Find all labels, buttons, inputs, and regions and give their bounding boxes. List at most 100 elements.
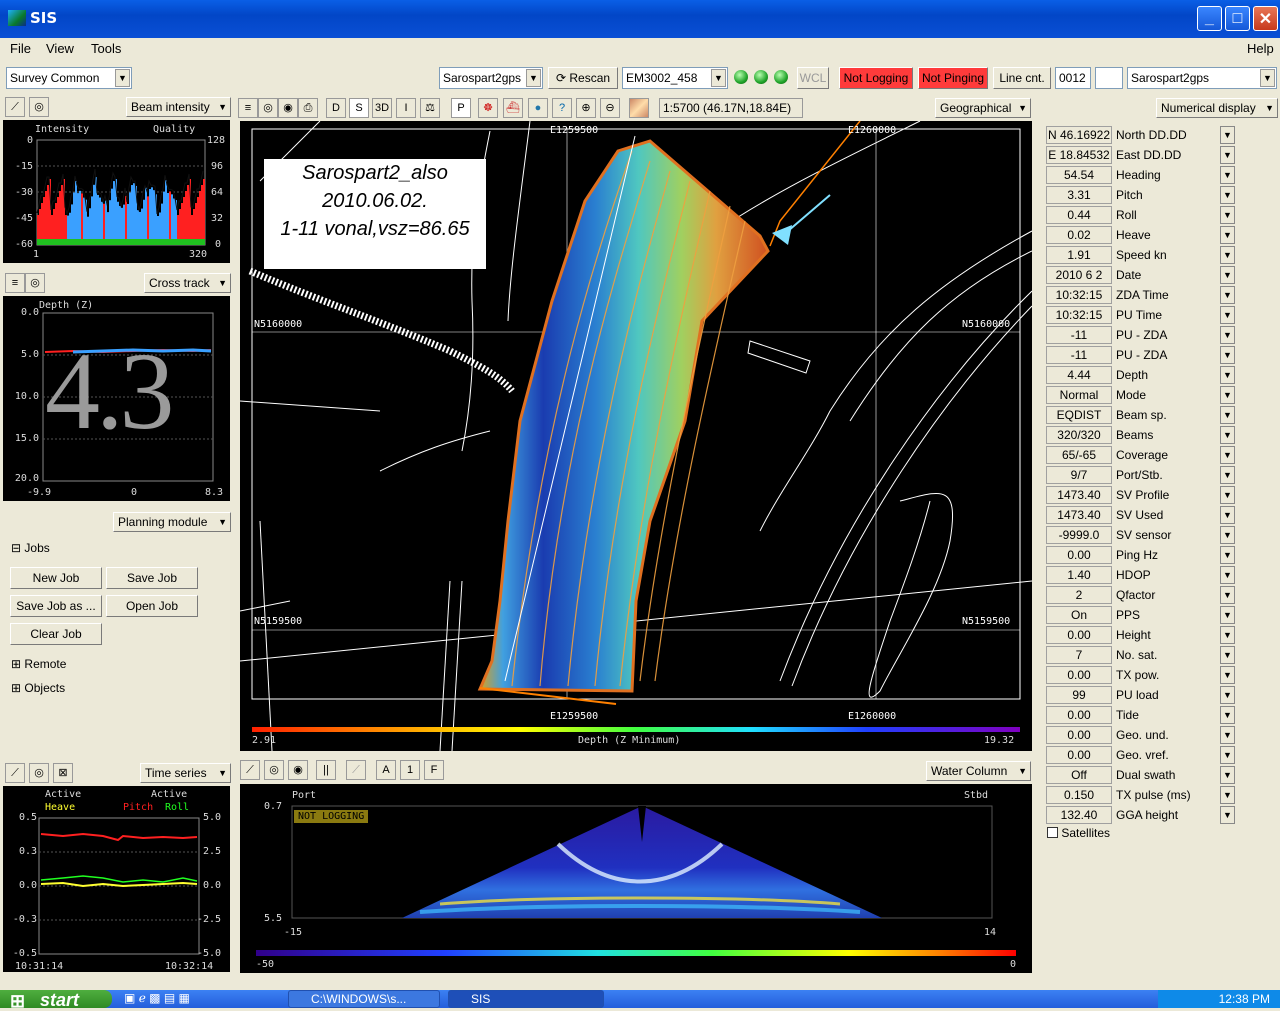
save-job-as-button[interactable]: Save Job as ...	[10, 595, 102, 617]
empty-field[interactable]	[1095, 67, 1123, 89]
globe-icon[interactable]: ●	[528, 98, 548, 118]
menu-tools[interactable]: Tools	[91, 41, 121, 56]
app-icon[interactable]: ▩	[149, 991, 160, 1005]
time-series-dropdown[interactable]: Time series ▼	[140, 763, 231, 783]
maximize-button[interactable]: □	[1225, 6, 1250, 31]
gps-combo-2[interactable]: Sarospart2gps ▼	[1127, 67, 1277, 89]
zoom-out-icon[interactable]: ⊖	[600, 98, 620, 118]
rescan-button[interactable]: ⟳ Rescan	[548, 67, 618, 89]
not-pinging-button[interactable]: Not Pinging	[918, 67, 988, 89]
scale-tool-icon[interactable]: ⟋	[5, 97, 25, 117]
chevron-down-icon[interactable]: ▼	[1220, 466, 1235, 484]
chevron-down-icon[interactable]: ▼	[1220, 546, 1235, 564]
one-tool-icon[interactable]: 1	[400, 760, 420, 780]
line-number-field[interactable]: 0012	[1055, 67, 1091, 89]
not-logging-button[interactable]: Not Logging	[839, 67, 913, 89]
help-icon[interactable]: ?	[552, 98, 572, 118]
view-d-button[interactable]: D	[326, 98, 346, 118]
chevron-down-icon[interactable]: ▼	[1220, 706, 1235, 724]
chevron-down-icon[interactable]: ▼	[1220, 446, 1235, 464]
chevron-down-icon[interactable]: ▼	[1220, 266, 1235, 284]
new-job-button[interactable]: New Job	[10, 567, 102, 589]
palette-icon[interactable]: ◎	[29, 97, 49, 117]
chevron-down-icon[interactable]: ▼	[1220, 606, 1235, 624]
view-p-button[interactable]: P	[451, 98, 471, 118]
quick-launch-icons[interactable]: ▣ ℯ ▩ ▤ ▦	[124, 991, 190, 1005]
clear-plot-icon[interactable]: ⊠	[53, 763, 73, 783]
start-button[interactable]: ⊞ start	[0, 990, 112, 1011]
chevron-down-icon[interactable]: ▼	[1220, 806, 1235, 824]
chevron-down-icon[interactable]: ▼	[1220, 366, 1235, 384]
chevron-down-icon[interactable]: ▼	[1220, 666, 1235, 684]
satellites-checkbox[interactable]: Satellites	[1047, 826, 1110, 840]
chevron-down-icon[interactable]: ▼	[1220, 626, 1235, 644]
geographical-map[interactable]: Sarospart2_also 2010.06.02. 1-11 vonal,v…	[240, 121, 1032, 751]
scale-tool-icon[interactable]: ⟋	[5, 763, 25, 783]
chevron-down-icon[interactable]: ▼	[1220, 766, 1235, 784]
chevron-down-icon[interactable]: ▼	[1220, 186, 1235, 204]
taskbar-item-sis[interactable]: SIS	[448, 990, 604, 1008]
save-job-button[interactable]: Save Job	[106, 567, 198, 589]
numerical-display-dropdown[interactable]: Numerical display ▼	[1156, 98, 1278, 118]
water-column-dropdown[interactable]: Water Column ▼	[926, 761, 1031, 781]
view-i-button[interactable]: I	[396, 98, 416, 118]
view-3d-button[interactable]: 3D	[372, 98, 392, 118]
taskbar-item-cmd[interactable]: C:\WINDOWS\s...	[288, 990, 440, 1008]
chevron-down-icon[interactable]: ▼	[1220, 586, 1235, 604]
scale-tool-icon[interactable]: ⟋	[240, 760, 260, 780]
view-s-button[interactable]: S	[349, 98, 369, 118]
chevron-down-icon[interactable]: ▼	[1220, 166, 1235, 184]
projection-dropdown[interactable]: Geographical ▼	[935, 98, 1031, 118]
objects-tree-node[interactable]: ⊞ Objects	[11, 681, 65, 695]
chevron-down-icon[interactable]: ▼	[1220, 686, 1235, 704]
columns-icon[interactable]: ||	[316, 760, 336, 780]
palette-icon[interactable]: ◎	[258, 98, 278, 118]
list-tool-icon[interactable]: ≡	[5, 273, 25, 293]
line-count-button[interactable]: Line cnt.	[993, 67, 1051, 89]
close-button[interactable]: ✕	[1253, 6, 1278, 31]
vessel-icon[interactable]: ⛴	[503, 98, 523, 118]
chevron-down-icon[interactable]: ▼	[1220, 286, 1235, 304]
chevron-down-icon[interactable]: ▼	[1220, 746, 1235, 764]
palette-icon[interactable]: ◎	[29, 763, 49, 783]
menu-file[interactable]: File	[10, 41, 31, 56]
gps-combo[interactable]: Sarospart2gps ▼	[439, 67, 543, 89]
menu-view[interactable]: View	[46, 41, 74, 56]
chevron-down-icon[interactable]: ▼	[1220, 306, 1235, 324]
chevron-down-icon[interactable]: ▼	[1220, 326, 1235, 344]
chevron-down-icon[interactable]: ▼	[1220, 646, 1235, 664]
em-combo[interactable]: EM3002_458 ▼	[622, 67, 728, 89]
print-icon[interactable]: ⎙	[298, 98, 318, 118]
chevron-down-icon[interactable]: ▼	[1220, 426, 1235, 444]
ie-icon[interactable]: ℯ	[139, 991, 146, 1005]
a-tool-icon[interactable]: A	[376, 760, 396, 780]
beam-panel-dropdown[interactable]: Beam intensity ▼	[126, 97, 231, 117]
survey-combo[interactable]: Survey Common ▼	[6, 67, 132, 89]
palette-icon[interactable]: ◎	[264, 760, 284, 780]
cross-track-dropdown[interactable]: Cross track ▼	[144, 273, 231, 293]
desktop-icon[interactable]: ▣	[124, 991, 135, 1005]
save-icon[interactable]: ▦	[179, 991, 190, 1005]
layers-icon[interactable]: ◉	[288, 760, 308, 780]
zoom-in-icon[interactable]: ⊕	[576, 98, 596, 118]
chevron-down-icon[interactable]: ▼	[1220, 346, 1235, 364]
minimize-button[interactable]: _	[1197, 6, 1222, 31]
remote-tree-node[interactable]: ⊞ Remote	[11, 657, 66, 671]
jobs-tree-node[interactable]: ⊟ Jobs	[11, 541, 50, 555]
chevron-down-icon[interactable]: ▼	[1220, 486, 1235, 504]
chevron-down-icon[interactable]: ▼	[1220, 246, 1235, 264]
chevron-down-icon[interactable]: ▼	[1220, 526, 1235, 544]
texture-icon[interactable]	[629, 98, 649, 118]
helm-icon[interactable]: ☸	[478, 98, 498, 118]
list-tool-icon[interactable]: ≡	[238, 98, 258, 118]
wcl-button[interactable]: WCL	[797, 67, 829, 89]
layers-icon[interactable]: ◉	[278, 98, 298, 118]
chevron-down-icon[interactable]: ▼	[1220, 506, 1235, 524]
chevron-down-icon[interactable]: ▼	[1220, 726, 1235, 744]
chevron-down-icon[interactable]: ▼	[1220, 386, 1235, 404]
menu-help[interactable]: Help	[1247, 41, 1274, 56]
chevron-down-icon[interactable]: ▼	[1220, 786, 1235, 804]
open-job-button[interactable]: Open Job	[106, 595, 198, 617]
chevron-down-icon[interactable]: ▼	[1220, 566, 1235, 584]
planning-dropdown[interactable]: Planning module ▼	[113, 512, 231, 532]
